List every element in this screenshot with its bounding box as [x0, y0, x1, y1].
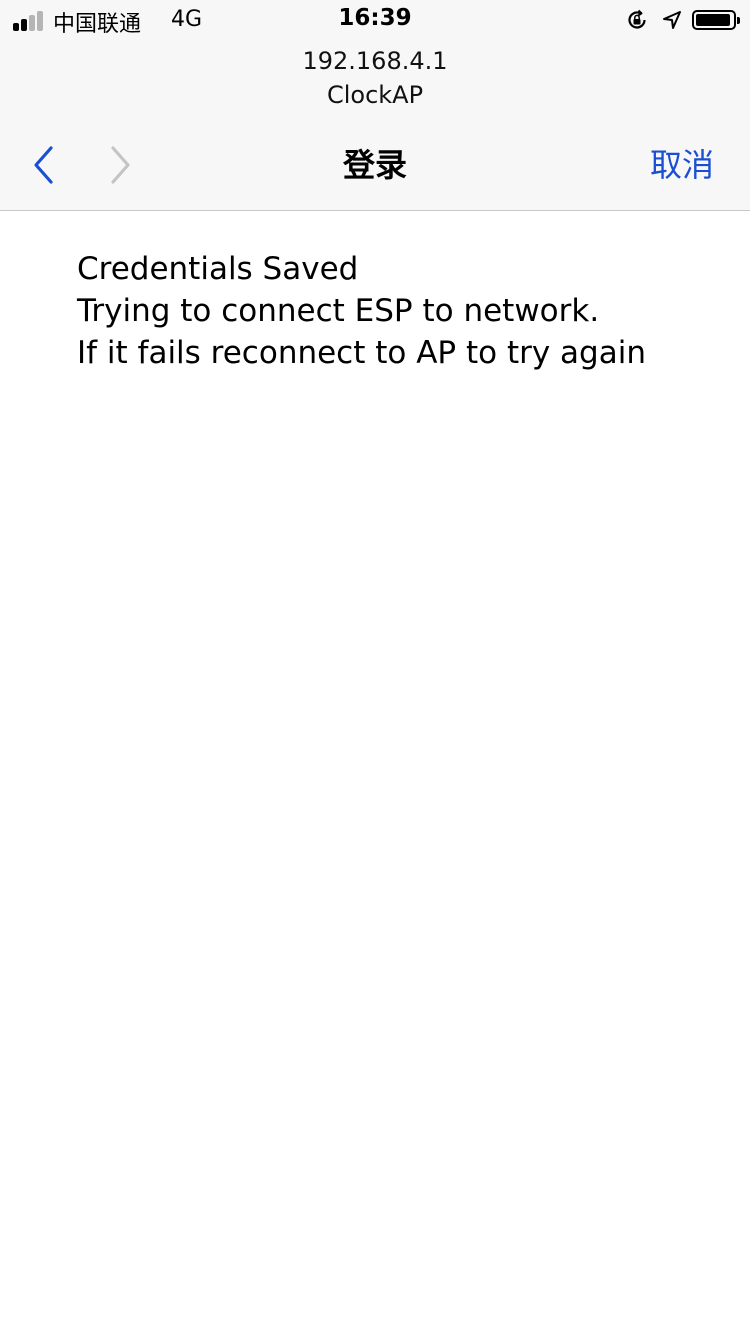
status-message-line: Credentials Saved	[77, 251, 359, 287]
battery-icon	[692, 10, 740, 30]
chevron-left-icon	[31, 145, 55, 185]
url-display: 192.168.4.1 ClockAP	[0, 44, 750, 112]
back-button[interactable]	[25, 143, 61, 187]
status-message-line: If it fails reconnect to AP to try again	[77, 335, 646, 371]
page-content: Credentials Saved Trying to connect ESP …	[77, 248, 737, 374]
url-host: 192.168.4.1	[302, 47, 448, 75]
status-icons	[626, 8, 740, 32]
forward-button[interactable]	[103, 143, 139, 187]
network-ssid: ClockAP	[326, 81, 424, 109]
status-bar: 中国联通 4G 16:39	[0, 0, 750, 40]
location-icon	[662, 10, 682, 30]
rotation-lock-icon	[626, 9, 648, 31]
status-message-line: Trying to connect ESP to network.	[77, 293, 600, 329]
cancel-button[interactable]: 取消	[650, 143, 714, 187]
chevron-right-icon	[109, 145, 133, 185]
captive-portal-screen: 中国联通 4G 16:39 192.168.4.1 ClockAP 登录 取消 …	[0, 0, 750, 1334]
browser-chrome: 中国联通 4G 16:39 192.168.4.1 ClockAP 登录 取消	[0, 0, 750, 211]
navigation-bar: 登录 取消	[0, 125, 750, 205]
